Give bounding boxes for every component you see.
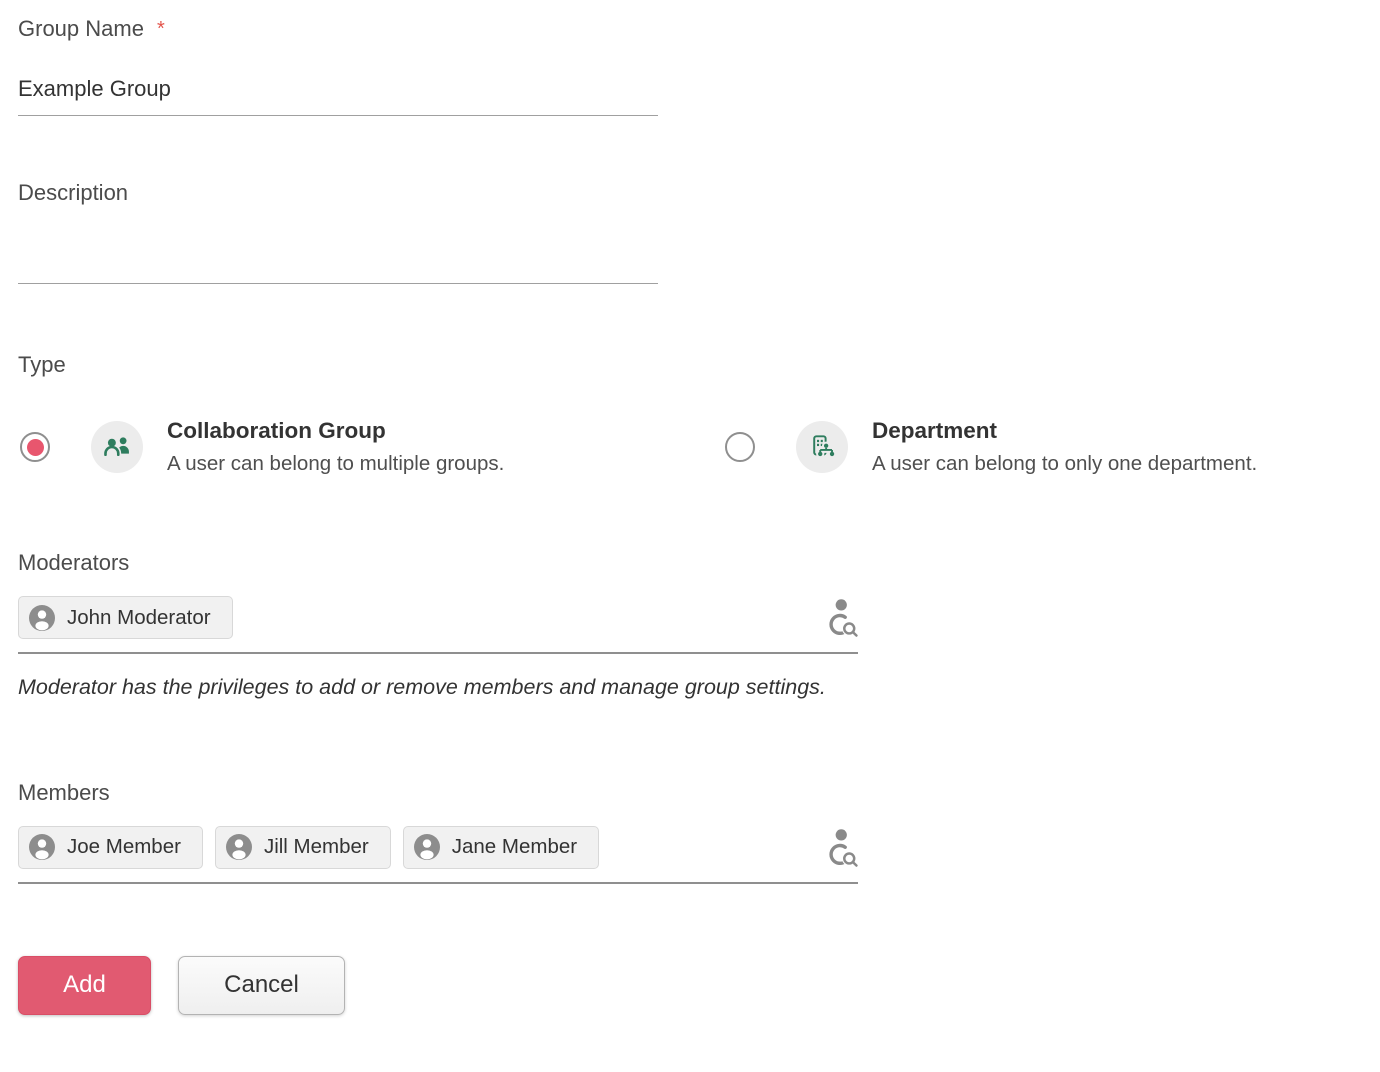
description-input[interactable] xyxy=(18,206,658,284)
required-asterisk: * xyxy=(157,18,165,41)
member-chip-label: Jill Member xyxy=(264,835,369,859)
moderator-chip-label: John Moderator xyxy=(67,606,211,630)
department-text: Department A user can belong to only one… xyxy=(872,418,1257,476)
user-avatar-icon xyxy=(226,834,252,860)
group-name-label-row: Group Name * xyxy=(18,16,1360,42)
member-chip[interactable]: Jill Member xyxy=(215,826,391,869)
group-name-input[interactable] xyxy=(18,76,658,116)
member-chip[interactable]: Joe Member xyxy=(18,826,203,869)
cancel-button[interactable]: Cancel xyxy=(178,956,345,1015)
user-avatar-icon xyxy=(29,605,55,631)
moderators-field[interactable]: John Moderator xyxy=(18,596,858,654)
member-chip[interactable]: Jane Member xyxy=(403,826,599,869)
members-label: Members xyxy=(18,780,1360,806)
form-actions: Add Cancel xyxy=(18,956,1360,1015)
department-icon xyxy=(796,421,848,473)
collaboration-group-text: Collaboration Group A user can belong to… xyxy=(167,418,504,476)
collaboration-group-title: Collaboration Group xyxy=(167,418,504,444)
member-chip-label: Jane Member xyxy=(452,835,577,859)
members-field[interactable]: Joe Member Jill Member Jane Member xyxy=(18,826,858,884)
collaboration-group-radio[interactable] xyxy=(20,432,50,462)
org-building-glyph xyxy=(808,433,837,462)
type-option-department[interactable]: Department A user can belong to only one… xyxy=(723,418,1257,476)
collaboration-group-description: A user can belong to multiple groups. xyxy=(167,452,504,476)
group-name-label: Group Name xyxy=(18,16,144,42)
collaboration-group-icon xyxy=(91,421,143,473)
type-label: Type xyxy=(18,352,1360,378)
moderator-chip[interactable]: John Moderator xyxy=(18,596,233,639)
moderators-label: Moderators xyxy=(18,550,1360,576)
department-description: A user can belong to only one department… xyxy=(872,452,1257,476)
type-option-collaboration-group[interactable]: Collaboration Group A user can belong to… xyxy=(18,418,723,476)
add-group-form: Group Name * Description Type Collaborat… xyxy=(0,0,1380,1072)
description-label: Description xyxy=(18,180,1360,206)
member-chip-label: Joe Member xyxy=(67,835,181,859)
department-radio[interactable] xyxy=(725,432,755,462)
user-avatar-icon xyxy=(414,834,440,860)
radio-dot xyxy=(27,439,44,456)
type-options: Collaboration Group A user can belong to… xyxy=(18,418,1360,476)
department-title: Department xyxy=(872,418,1257,444)
user-avatar-icon xyxy=(29,834,55,860)
people-group-glyph xyxy=(102,433,133,461)
person-search-icon[interactable] xyxy=(824,596,858,640)
members-chips: Joe Member Jill Member Jane Member xyxy=(18,826,599,869)
person-search-icon[interactable] xyxy=(824,826,858,870)
add-button[interactable]: Add xyxy=(18,956,151,1015)
moderator-note: Moderator has the privileges to add or r… xyxy=(18,672,848,704)
moderators-chips: John Moderator xyxy=(18,596,233,639)
